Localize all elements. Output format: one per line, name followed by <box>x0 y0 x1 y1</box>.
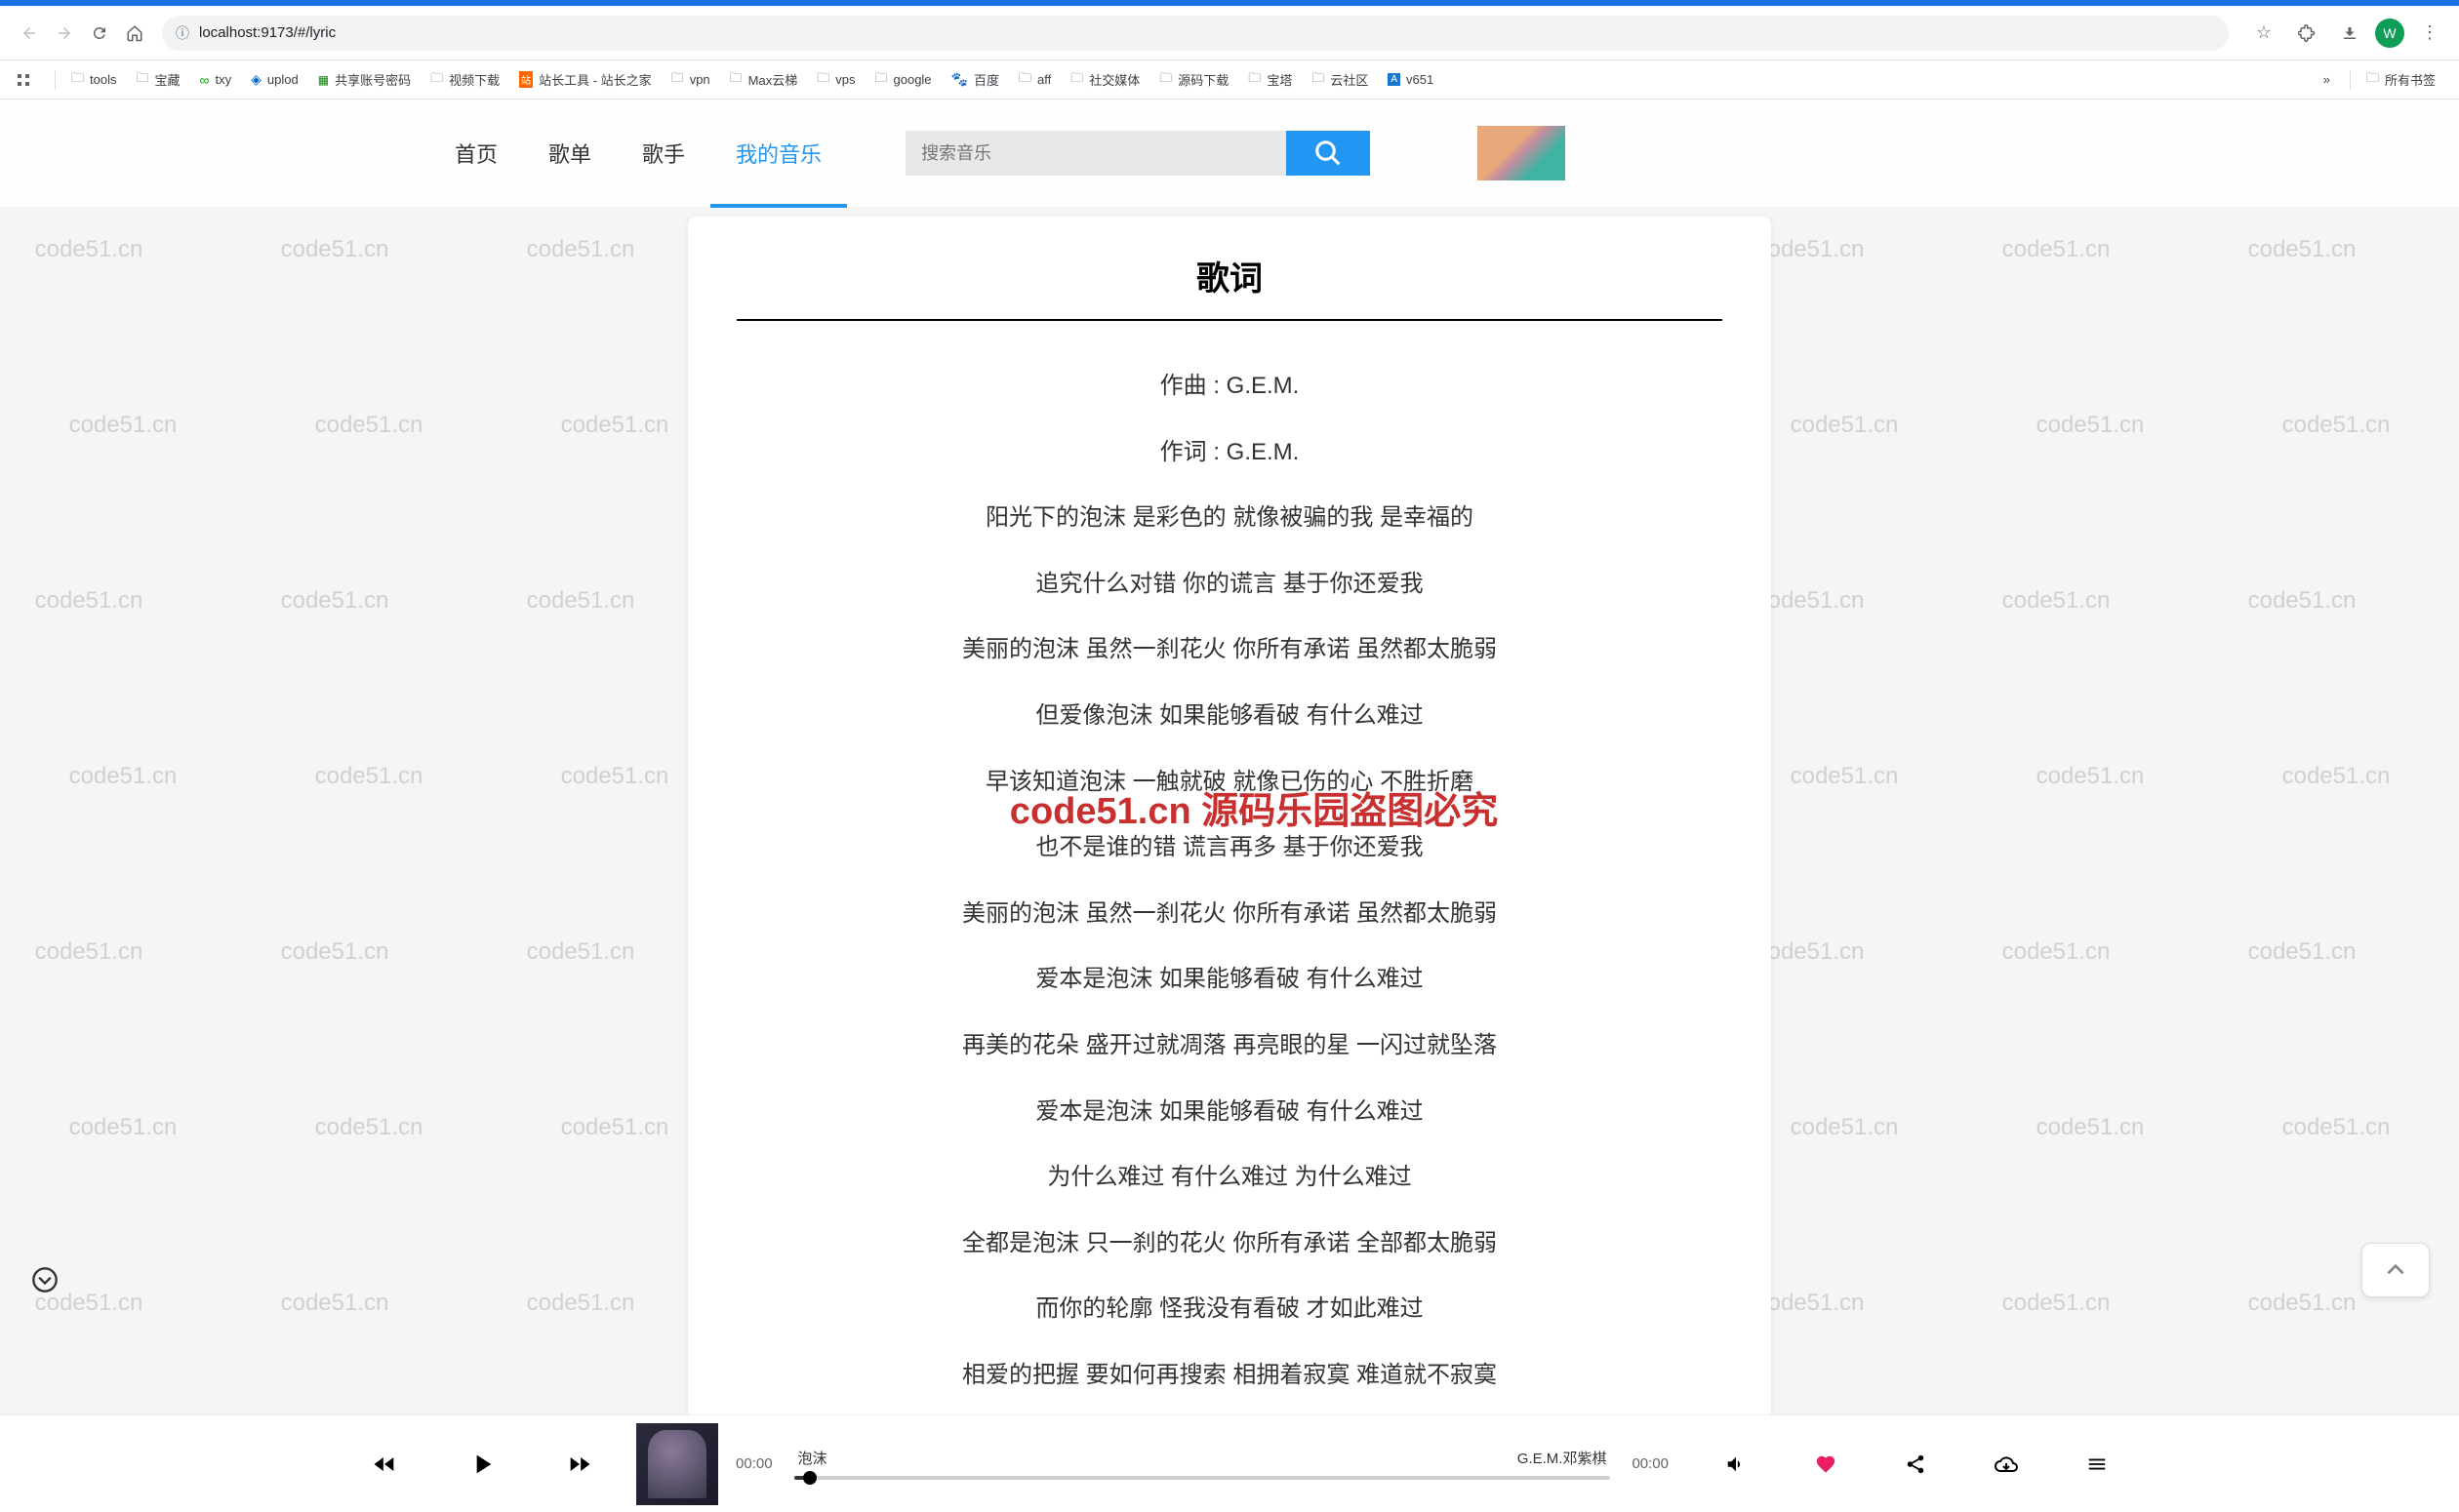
bookmarks-overflow[interactable]: » <box>2316 68 2338 91</box>
bookmark-item[interactable]: 🗀vpn <box>664 65 718 95</box>
nav-link[interactable]: 歌单 <box>523 126 617 180</box>
all-bookmarks[interactable]: 🗀所有书签 <box>2358 65 2443 95</box>
site-info-icon[interactable]: ⓘ <box>176 23 189 43</box>
reload-button[interactable] <box>82 16 117 51</box>
nav-link[interactable]: 我的音乐 <box>710 126 847 180</box>
bookmark-item[interactable]: ◈uplod <box>243 67 306 92</box>
playlist-button[interactable] <box>2086 1453 2108 1475</box>
lyrics-line: 为什么难过 有什么难过 为什么难过 <box>737 1161 1722 1194</box>
album-art[interactable] <box>636 1423 718 1505</box>
nav-link[interactable]: 歌手 <box>617 126 710 180</box>
bookmark-item[interactable]: 🗀Max云梯 <box>722 65 806 95</box>
lyrics-line: 但爱像泡沫 如果能够看破 有什么难过 <box>737 699 1722 733</box>
address-bar[interactable]: ⓘ localhost:9173/#/lyric <box>162 16 2229 51</box>
bookmark-item[interactable]: ▦共享账号密码 <box>310 66 419 93</box>
bookmark-star-icon[interactable]: ☆ <box>2246 16 2281 51</box>
lyrics-line: 美丽的泡沫 虽然一刹花火 你所有承诺 虽然都太脆弱 <box>737 633 1722 666</box>
back-button[interactable] <box>12 16 47 51</box>
bookmark-item[interactable]: 🗀社交媒体 <box>1063 65 1148 95</box>
search-button[interactable] <box>1286 131 1370 176</box>
url-text: localhost:9173/#/lyric <box>199 24 336 41</box>
user-avatar[interactable] <box>1477 126 1565 180</box>
reading-list-icon[interactable] <box>31 1266 59 1293</box>
bookmark-item[interactable]: 🗀tools <box>63 65 124 95</box>
total-time: 00:00 <box>1632 1455 1669 1472</box>
bookmark-item[interactable]: ∞txy <box>192 68 240 92</box>
lyrics-line: 爱本是泡沫 如果能够看破 有什么难过 <box>737 963 1722 996</box>
lyrics-line: 再美的花朵 盛开过就凋落 再亮眼的星 一闪过就坠落 <box>737 1029 1722 1062</box>
bookmark-item[interactable]: 🗀aff <box>1011 65 1059 95</box>
next-button[interactable] <box>566 1451 593 1478</box>
player-bar: 00:00 泡沫 G.E.M.邓紫棋 00:00 <box>0 1414 2459 1512</box>
extensions-icon[interactable] <box>2289 16 2324 51</box>
lyrics-line: 而你的轮廓 怪我没有看破 才如此难过 <box>737 1293 1722 1326</box>
bookmark-item[interactable]: 🗀宝藏 <box>128 65 187 95</box>
lyrics-line: 作曲 : G.E.M. <box>737 370 1722 403</box>
volume-button[interactable] <box>1725 1453 1747 1475</box>
lyrics-line: 也不是谁的错 谎言再多 基于你还爱我 <box>737 831 1722 864</box>
bookmark-item[interactable]: Av651 <box>1380 68 1441 91</box>
previous-button[interactable] <box>371 1451 398 1478</box>
bookmark-item[interactable]: 🗀宝塔 <box>1240 65 1300 95</box>
lyrics-card: 歌词 作曲 : G.E.M. 作词 : G.E.M. 阳光下的泡沫 是彩色的 就像被… <box>688 217 1771 1414</box>
bookmark-item[interactable]: 🗀vps <box>809 65 863 95</box>
chevron-up-icon <box>2383 1257 2408 1283</box>
nav-link[interactable]: 首页 <box>429 126 523 180</box>
progress-bar[interactable] <box>794 1476 1611 1480</box>
profile-avatar[interactable]: W <box>2375 19 2404 48</box>
share-button[interactable] <box>1905 1453 1926 1475</box>
bookmark-item[interactable]: 站站长工具 - 站长之家 <box>511 66 660 93</box>
apps-grid-icon[interactable] <box>12 68 35 92</box>
page-content: code51.cncode51.cncode51.cncode51.cncode… <box>0 99 2459 1414</box>
play-button[interactable] <box>466 1449 498 1480</box>
current-time: 00:00 <box>736 1455 773 1472</box>
scroll-to-top-button[interactable] <box>2361 1243 2430 1297</box>
favorite-button[interactable] <box>1815 1453 1836 1475</box>
lyrics-line: 作词 : G.E.M. <box>737 436 1722 469</box>
lyrics-heading: 歌词 <box>737 252 1722 321</box>
lyrics-line: 阳光下的泡沫 是彩色的 就像被骗的我 是幸福的 <box>737 501 1722 535</box>
lyrics-line: 早该知道泡沫 一触就破 就像已伤的心 不胜折磨 <box>737 766 1722 799</box>
app-nav: 首页歌单歌手我的音乐 <box>0 99 2459 207</box>
download-song-button[interactable] <box>1995 1452 2018 1476</box>
forward-button[interactable] <box>47 16 82 51</box>
menu-icon[interactable]: ⋮ <box>2412 16 2447 51</box>
bookmark-item[interactable]: 🗀源码下载 <box>1151 65 1236 95</box>
bookmark-item[interactable]: 🗀云社区 <box>1304 65 1376 95</box>
lyrics-line: 美丽的泡沫 虽然一刹花火 你所有承诺 虽然都太脆弱 <box>737 897 1722 931</box>
bookmark-item[interactable]: 🗀google <box>867 65 939 95</box>
lyrics-line: 追究什么对错 你的谎言 基于你还爱我 <box>737 568 1722 601</box>
search-input[interactable] <box>906 131 1286 176</box>
lyrics-line: 相爱的把握 要如何再搜索 相拥着寂寞 难道就不寂寞 <box>737 1359 1722 1392</box>
lyrics-line: 爱本是泡沫 如果能够看破 有什么难过 <box>737 1095 1722 1129</box>
artist-name: G.E.M.邓紫棋 <box>1517 1448 1607 1468</box>
lyrics-line: 全都是泡沫 只一刹的花火 你所有承诺 全部都太脆弱 <box>737 1227 1722 1260</box>
progress-thumb[interactable] <box>803 1471 817 1485</box>
bookmarks-bar: 🗀tools🗀宝藏∞txy◈uplod▦共享账号密码🗀视频下载站站长工具 - 站… <box>0 60 2459 99</box>
download-icon[interactable] <box>2332 16 2367 51</box>
song-name: 泡沫 <box>798 1448 827 1468</box>
bookmark-item[interactable]: 🗀视频下载 <box>423 65 507 95</box>
browser-toolbar: ⓘ localhost:9173/#/lyric ☆ W ⋮ <box>0 6 2459 60</box>
home-button[interactable] <box>117 16 152 51</box>
bookmark-item[interactable]: 🐾百度 <box>944 66 1007 93</box>
